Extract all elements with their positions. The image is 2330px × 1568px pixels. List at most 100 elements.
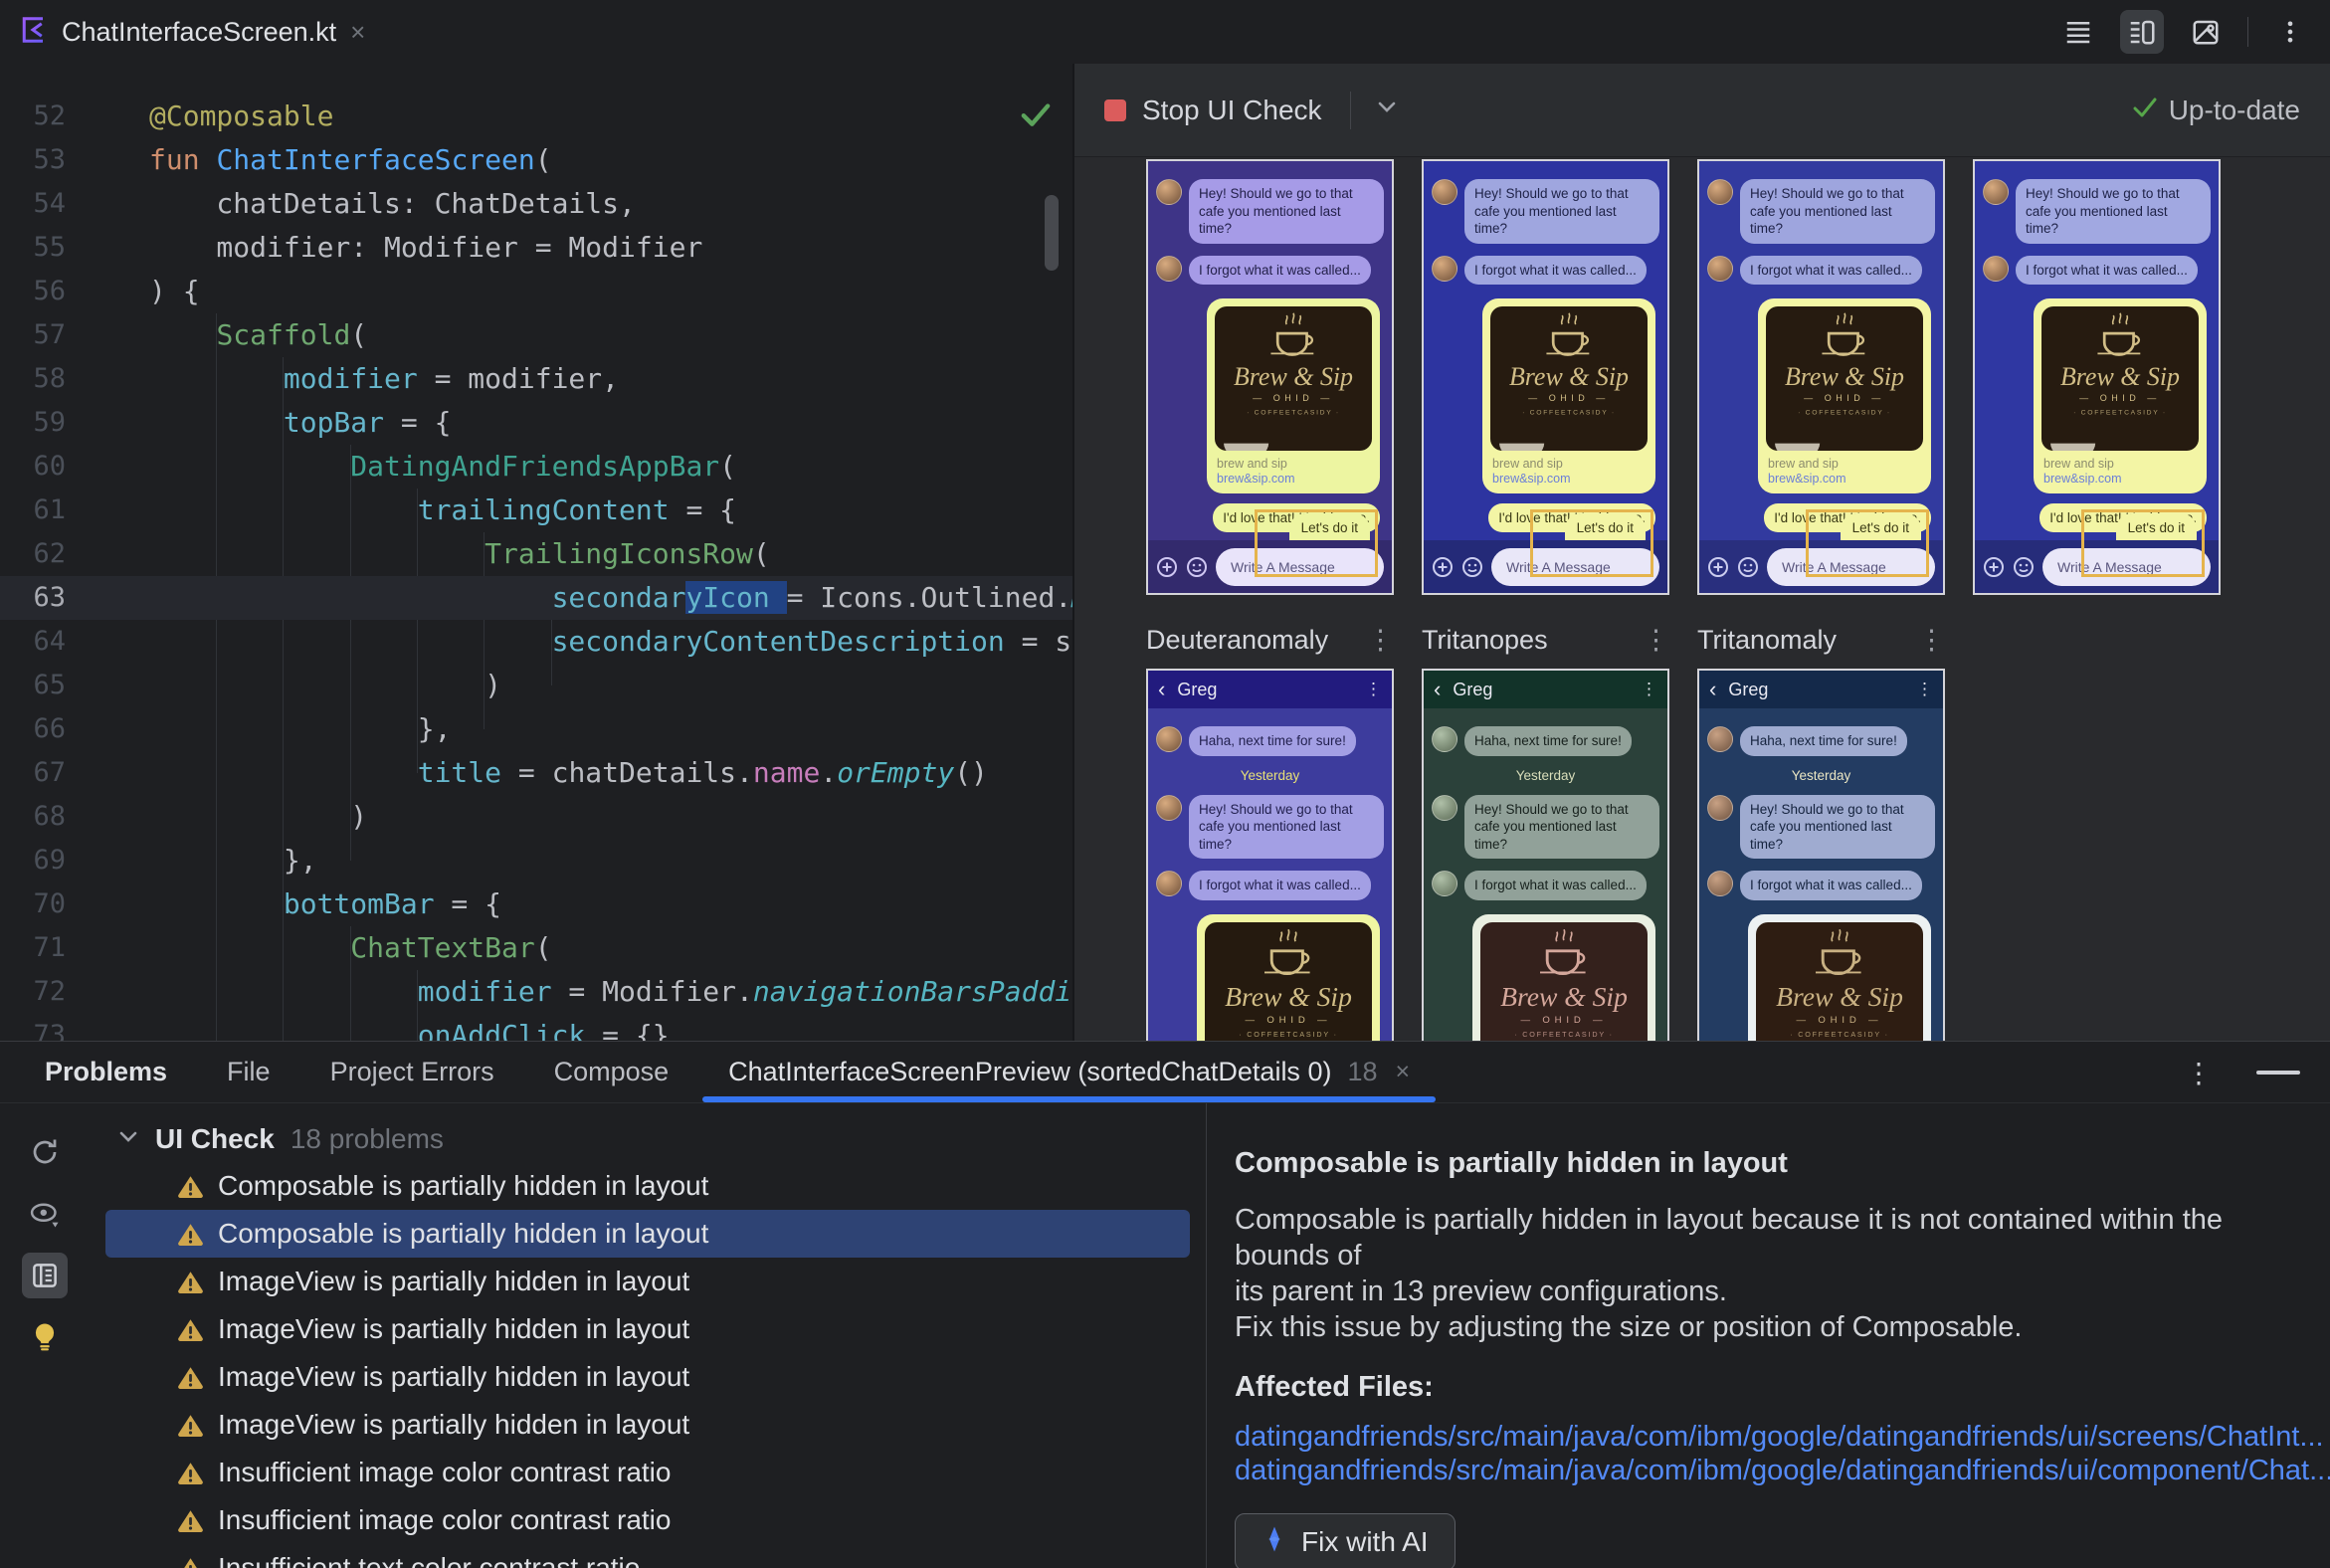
problems-group-header[interactable]: UI Check 18 problems xyxy=(90,1116,444,1162)
preview-phone-row1-2[interactable]: Hey! Should we go to that cafe you menti… xyxy=(1422,159,1669,595)
avatar xyxy=(1983,255,2009,282)
editor-tab[interactable]: ChatInterfaceScreen.kt × xyxy=(18,8,365,56)
back-icon[interactable]: ‹ xyxy=(1158,679,1165,700)
add-icon[interactable] xyxy=(1432,556,1454,578)
code-lines[interactable]: 52 @Composable 53 fun ChatInterfaceScreen(5… xyxy=(0,95,1072,1041)
code-line[interactable]: 59 topBar = { xyxy=(0,401,1072,445)
code-line[interactable]: 69 }, xyxy=(0,839,1072,882)
tab-chatinterfacescreenpreview-sortedchatdetails-0[interactable]: ChatInterfaceScreenPreview (sortedChatDe… xyxy=(698,1042,1440,1102)
warning-icon xyxy=(178,1509,203,1532)
quickfix-bulb-icon[interactable] xyxy=(22,1314,68,1360)
code-line[interactable]: 60 DatingAndFriendsAppBar( xyxy=(0,445,1072,489)
problem-item[interactable]: Composable is partially hidden in layout xyxy=(90,1162,1206,1210)
chat-title: Greg xyxy=(1453,679,1493,699)
add-icon[interactable] xyxy=(1707,556,1729,578)
code-line[interactable]: 66 }, xyxy=(0,707,1072,751)
emoji-icon[interactable] xyxy=(1186,556,1208,578)
minimize-icon[interactable] xyxy=(2256,1071,2300,1075)
code-line[interactable]: 56) { xyxy=(0,270,1072,313)
panel-options-kebab-icon[interactable]: ⋮ xyxy=(2185,1057,2213,1089)
link-preview-card[interactable]: Brew & Sip— OHID —· COFFEETCASIDY ·brew … xyxy=(1207,298,1380,493)
affected-file-link[interactable]: datingandfriends/src/main/java/com/ibm/g… xyxy=(1235,1454,2330,1487)
design-view-icon[interactable] xyxy=(2184,10,2228,54)
link-preview-card[interactable]: Brew & Sip— OHID —· COFFEETCASIDY ·brew … xyxy=(1748,913,1931,1041)
code-line[interactable]: 52 @Composable xyxy=(0,95,1072,138)
inspection-ok-check-icon[interactable] xyxy=(1019,99,1053,134)
add-icon[interactable] xyxy=(1156,556,1178,578)
code-line[interactable]: 62 TrailingIconsRow( xyxy=(0,532,1072,576)
back-icon[interactable]: ‹ xyxy=(1434,679,1441,700)
kebab-icon[interactable]: ⋮ xyxy=(1916,680,1933,699)
code-line[interactable]: 53 fun ChatInterfaceScreen( xyxy=(0,138,1072,182)
preview-status-eye-icon[interactable] xyxy=(22,1191,68,1237)
emoji-icon[interactable] xyxy=(2013,556,2035,578)
emoji-icon[interactable] xyxy=(1737,556,1759,578)
tab-project-errors[interactable]: Project Errors xyxy=(300,1042,524,1102)
code-line[interactable]: 70 bottomBar = { xyxy=(0,882,1072,926)
stop-icon[interactable] xyxy=(1104,98,1126,121)
link-preview-card[interactable]: Brew & Sip— OHID —· COFFEETCASIDY ·brew … xyxy=(2034,298,2207,493)
problem-item[interactable]: Composable is partially hidden in layout xyxy=(105,1210,1190,1258)
tab-problems[interactable]: Problems xyxy=(15,1042,197,1102)
code-line[interactable]: 61 trailingContent = { xyxy=(0,489,1072,532)
received-message: Hey! Should we go to that cafe you menti… xyxy=(1983,179,2211,244)
code-line[interactable]: 54 chatDetails: ChatDetails, xyxy=(0,182,1072,226)
code-line[interactable]: 58 modifier = modifier, xyxy=(0,357,1072,401)
preview-phone-row1-3[interactable]: Hey! Should we go to that cafe you menti… xyxy=(1697,159,1945,595)
problem-item[interactable]: ImageView is partially hidden in layout xyxy=(90,1353,1206,1401)
code-line[interactable]: 64 secondaryContentDescription = strin xyxy=(0,620,1072,664)
link-preview-card[interactable]: Brew & Sip— OHID —· COFFEETCASIDY ·brew … xyxy=(1758,298,1931,493)
problem-item[interactable]: ImageView is partially hidden in layout xyxy=(90,1401,1206,1449)
problem-item[interactable]: Insufficient image color contrast ratio xyxy=(90,1496,1206,1544)
preview-grid[interactable]: Hey! Should we go to that cafe you menti… xyxy=(1074,157,2330,1041)
preview-kebab-icon[interactable]: ⋮ xyxy=(1367,625,1394,656)
split-view-icon[interactable] xyxy=(2120,10,2164,54)
problem-item[interactable]: Insufficient text color contrast ratio xyxy=(90,1544,1206,1568)
code-line[interactable]: 55 modifier: Modifier = Modifier xyxy=(0,226,1072,270)
link-preview-image: Brew & Sip — OHID — · COFFEETCASIDY · xyxy=(1766,306,1923,451)
preview-phone-row1-4[interactable]: Hey! Should we go to that cafe you menti… xyxy=(1973,159,2221,595)
code-line[interactable]: 57 Scaffold( xyxy=(0,313,1072,357)
code-line[interactable]: 73 onAddClick = {} xyxy=(0,1014,1072,1041)
add-icon[interactable] xyxy=(1983,556,2005,578)
link-preview-card[interactable]: Brew & Sip— OHID —· COFFEETCASIDY ·brew … xyxy=(1197,913,1380,1041)
preview-phone-row1-1[interactable]: Hey! Should we go to that cafe you menti… xyxy=(1146,159,1394,595)
kebab-icon[interactable]: ⋮ xyxy=(1641,680,1657,699)
tab-file[interactable]: File xyxy=(197,1042,300,1102)
preview-phone-tritanomaly[interactable]: ‹ Greg ⋮ Haha, next time for sure! Yesterday… xyxy=(1697,669,1945,1041)
problem-details: Composable is partially hidden in layout… xyxy=(1235,1103,2330,1568)
code-line[interactable]: 63 secondaryIcon = Icons.Outlined.More xyxy=(0,576,1072,620)
chevron-down-icon[interactable] xyxy=(1375,99,1399,120)
preview-kebab-icon[interactable]: ⋮ xyxy=(1918,625,1945,656)
code-editor[interactable]: 52 @Composable 53 fun ChatInterfaceScreen(5… xyxy=(0,64,1072,1041)
code-line[interactable]: 68 ) xyxy=(0,795,1072,839)
code-line[interactable]: 72 modifier = Modifier.navigationBarsPad… xyxy=(0,970,1072,1014)
editor-scrollbar-thumb[interactable] xyxy=(1045,195,1059,271)
code-line[interactable]: 65 ) xyxy=(0,664,1072,707)
link-preview-card[interactable]: Brew & Sip— OHID —· COFFEETCASIDY ·brew … xyxy=(1472,913,1655,1041)
back-icon[interactable]: ‹ xyxy=(1709,679,1716,700)
fix-with-ai-button[interactable]: Fix with AI xyxy=(1235,1513,1456,1568)
emoji-icon[interactable] xyxy=(1461,556,1483,578)
more-options-kebab-icon[interactable] xyxy=(2268,10,2312,54)
refresh-icon[interactable] xyxy=(22,1129,68,1175)
collapse-chevron-icon[interactable] xyxy=(117,1130,139,1149)
stop-ui-check-button[interactable]: Stop UI Check xyxy=(1142,95,1322,126)
tab-compose[interactable]: Compose xyxy=(524,1042,699,1102)
preview-kebab-icon[interactable]: ⋮ xyxy=(1643,625,1669,656)
code-view-icon[interactable] xyxy=(2056,10,2100,54)
tab-close-icon[interactable]: × xyxy=(1396,1058,1411,1086)
tab-close-icon[interactable]: × xyxy=(350,19,365,45)
code-line[interactable]: 67 title = chatDetails.name.orEmpty() xyxy=(0,751,1072,795)
affected-file-link[interactable]: datingandfriends/src/main/java/com/ibm/g… xyxy=(1235,1420,2324,1454)
code-line[interactable]: 71 ChatTextBar( xyxy=(0,926,1072,970)
problems-view-icon[interactable] xyxy=(22,1253,68,1298)
problem-item[interactable]: Insufficient image color contrast ratio xyxy=(90,1449,1206,1496)
preview-phone-deuteranomaly[interactable]: ‹ Greg ⋮ Haha, next time for sure! Yesterday… xyxy=(1146,669,1394,1041)
kebab-icon[interactable]: ⋮ xyxy=(1365,680,1382,699)
link-preview-card[interactable]: Brew & Sip— OHID —· COFFEETCASIDY ·brew … xyxy=(1482,298,1655,493)
details-divider[interactable] xyxy=(1206,1103,1207,1568)
preview-phone-tritanopes[interactable]: ‹ Greg ⋮ Haha, next time for sure! Yesterday… xyxy=(1422,669,1669,1041)
problem-item[interactable]: ImageView is partially hidden in layout xyxy=(90,1305,1206,1353)
problem-item[interactable]: ImageView is partially hidden in layout xyxy=(90,1258,1206,1305)
